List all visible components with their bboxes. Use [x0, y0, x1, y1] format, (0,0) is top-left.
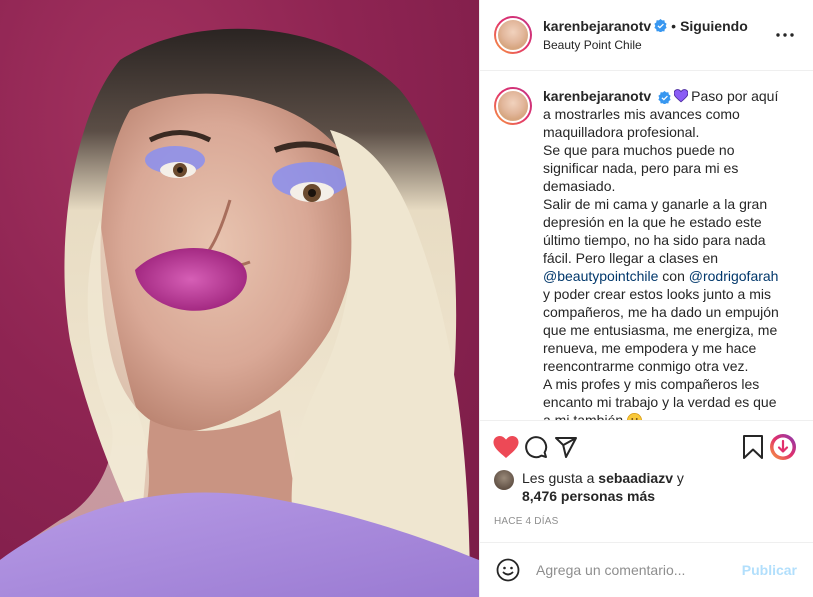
- smiling-face-icon: [627, 413, 643, 420]
- publish-button[interactable]: Publicar: [742, 562, 797, 578]
- author-info: karenbejaranotv • Siguiendo Beauty Point…: [543, 17, 773, 54]
- author-avatar[interactable]: [494, 16, 532, 54]
- caption-username[interactable]: karenbejaranotv: [543, 88, 651, 104]
- comment-composer: Publicar: [480, 542, 813, 597]
- post-actions: Les gusta a sebaadiazv y 8,476 personas …: [480, 420, 813, 542]
- comments-section[interactable]: karenbejaranotv Paso por aquí a mostrarle…: [480, 71, 813, 420]
- caption-paragraph-2: Se que para muchos puede no significar n…: [543, 142, 739, 194]
- caption-paragraph-4: A mis profes y mis compañeros les encant…: [543, 375, 788, 420]
- smiley-icon[interactable]: [494, 556, 522, 584]
- caption-text-segment: y poder crear estos looks junto a mis co…: [543, 286, 779, 374]
- caption-text-segment: Salir de mi cama y ganarle a la gran dep…: [543, 196, 768, 266]
- post-location[interactable]: Beauty Point Chile: [543, 36, 773, 54]
- caption-paragraph-3: Salir de mi cama y ganarle a la gran dep…: [543, 195, 788, 375]
- caption-text: karenbejaranotv Paso por aquí a mostrarle…: [543, 87, 788, 420]
- likes-count[interactable]: 8,476 personas más: [522, 488, 655, 504]
- liker-avatar[interactable]: [494, 470, 514, 490]
- post-modal: karenbejaranotv • Siguiendo Beauty Point…: [0, 0, 813, 597]
- download-badge-icon[interactable]: [763, 427, 803, 467]
- following-button[interactable]: Siguiendo: [680, 17, 748, 35]
- caption-text-segment: A mis profes y mis compañeros les encant…: [543, 376, 777, 420]
- more-horizontal-icon[interactable]: [773, 23, 797, 47]
- purple-heart-icon: [674, 89, 689, 103]
- separator-dot: •: [671, 17, 677, 34]
- post-caption: karenbejaranotv Paso por aquí a mostrarle…: [494, 87, 797, 420]
- verified-badge-icon: [658, 90, 671, 104]
- liker-username[interactable]: sebaadiazv: [598, 470, 673, 486]
- portrait-image: [0, 28, 479, 597]
- likes-summary: Les gusta a sebaadiazv y 8,476 personas …: [494, 469, 797, 505]
- post-date[interactable]: HACE 4 DÍAS: [494, 516, 797, 542]
- likes-prefix: Les gusta a: [522, 470, 595, 486]
- likes-joiner: y: [676, 470, 684, 486]
- mention-link[interactable]: @rodrigofarah: [689, 268, 779, 284]
- post-header: karenbejaranotv • Siguiendo Beauty Point…: [480, 0, 813, 71]
- author-username[interactable]: karenbejaranotv: [543, 17, 651, 35]
- post-sidebar: karenbejaranotv • Siguiendo Beauty Point…: [479, 0, 813, 597]
- post-photo[interactable]: [0, 0, 479, 597]
- mention-link[interactable]: @beautypointchile: [543, 268, 658, 284]
- paper-plane-icon[interactable]: [546, 427, 586, 467]
- comment-input[interactable]: [536, 562, 742, 578]
- verified-badge-icon: [654, 19, 667, 32]
- caption-author-avatar[interactable]: [494, 87, 532, 125]
- likes-text: Les gusta a sebaadiazv y 8,476 personas …: [522, 469, 684, 505]
- caption-text-segment: con: [662, 268, 685, 284]
- action-icon-row: [493, 427, 797, 467]
